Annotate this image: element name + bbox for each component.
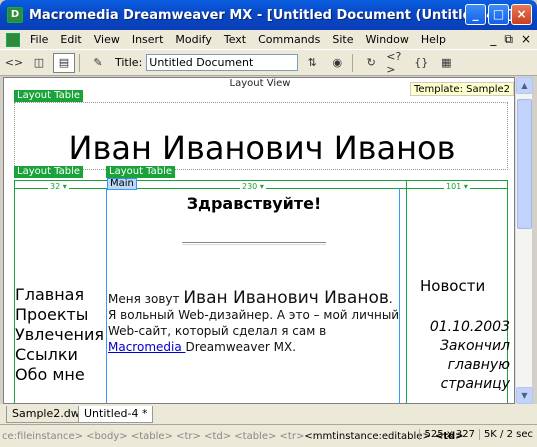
split-view-icon[interactable]: ◫ <box>28 53 50 73</box>
nav-item[interactable]: Увлечения <box>15 325 104 345</box>
news-line: страницу <box>440 376 510 392</box>
menu-edit[interactable]: Edit <box>54 33 87 46</box>
scroll-thumb[interactable] <box>517 99 532 229</box>
menu-commands[interactable]: Commands <box>252 33 326 46</box>
layout-table-tab[interactable]: Layout Table <box>14 90 84 102</box>
menu-file[interactable]: File <box>24 33 54 46</box>
menu-window[interactable]: Window <box>360 33 415 46</box>
maximize-button[interactable]: □ <box>488 4 509 25</box>
vertical-scrollbar[interactable]: ▲ ▼ <box>515 77 533 404</box>
layout-table-tab[interactable]: Layout Table <box>106 166 176 178</box>
doc-minimize-button[interactable]: _ <box>490 32 496 47</box>
menu-text[interactable]: Text <box>218 33 252 46</box>
nav-item[interactable]: Ссылки <box>15 345 104 365</box>
intro-name: Иван Иванович Иванов <box>183 288 389 308</box>
code-view-icon[interactable]: <> <box>3 53 25 73</box>
document-icon[interactable] <box>6 32 20 47</box>
nav-item[interactable]: Обо мне <box>15 365 104 385</box>
intro-paragraph: Меня зовут Иван Иванович Иванов. Я вольн… <box>108 290 400 355</box>
window-title: Macromedia Dreamweaver MX - [Untitled Do… <box>29 7 514 23</box>
menu-help[interactable]: Help <box>415 33 452 46</box>
title-label: Title: <box>115 56 143 69</box>
nav-item[interactable]: Проекты <box>15 305 104 325</box>
document-toolbar: <> ◫ ▤ ✎ Title: ⇅ ◉ ↻ <?> {} ▦ <box>0 50 537 76</box>
greeting-heading: Здравствуйте! <box>186 194 322 213</box>
macromedia-link[interactable]: Macromedia <box>108 340 186 354</box>
status-bar: ce:fileinstance> <body> <table> <tr> <td… <box>0 424 537 447</box>
refresh-icon[interactable]: ↻ <box>360 53 382 73</box>
document-window-controls: _ ⧉ × <box>490 32 531 47</box>
header-name: Иван Иванович Иванов <box>68 129 456 167</box>
minimize-button[interactable]: _ <box>465 4 486 25</box>
toolbar-separator <box>352 53 354 72</box>
nav-item[interactable]: Главная <box>15 285 104 305</box>
download-size: 5K / 2 sec <box>478 429 533 440</box>
cell-border <box>106 188 107 403</box>
layout-column-border <box>406 180 407 403</box>
news-line: 01.10.2003 <box>429 319 510 335</box>
news-item: 01.10.2003 Закончил главную страницу <box>410 318 510 394</box>
code-navigation-icon[interactable]: {} <box>410 53 432 73</box>
design-view-icon[interactable]: ▤ <box>53 52 75 73</box>
intro-prefix: Меня зовут <box>108 292 184 306</box>
reference-icon[interactable]: <?> <box>385 50 407 76</box>
file-management-icon[interactable]: ⇅ <box>301 53 323 73</box>
tab-untitled-4[interactable]: Untitled-4 * <box>78 406 154 423</box>
doc-close-button[interactable]: × <box>521 32 531 47</box>
tag-editable[interactable]: <mmtinstance:editable> <box>304 431 431 442</box>
window-controls: _ □ × <box>465 4 532 25</box>
dreamweaver-app-icon[interactable]: D <box>7 7 23 23</box>
main-editable-region-tab[interactable]: Main <box>107 178 137 190</box>
layout-table-tab[interactable]: Layout Table <box>14 166 84 178</box>
document-design-view[interactable]: Layout View Template: Sample2 Layout Tab… <box>3 77 515 404</box>
template-label: Template: Sample2 <box>409 82 514 96</box>
nav-list: Главная Проекты Увлечения Ссылки Обо мне <box>15 285 104 385</box>
menu-modify[interactable]: Modify <box>169 33 217 46</box>
toolbar-separator <box>79 53 80 72</box>
status-info: 525 x 327 5K / 2 sec <box>419 429 533 440</box>
news-line: главную <box>447 357 510 373</box>
column-width-menu[interactable]: 230 ▾ <box>240 182 266 191</box>
preview-browser-icon[interactable]: ◉ <box>326 53 348 73</box>
menu-view[interactable]: View <box>88 33 126 46</box>
intro-suffix: Dreamweaver MX. <box>185 340 297 354</box>
menu-insert[interactable]: Insert <box>126 33 170 46</box>
news-line: Закончил <box>439 338 510 354</box>
view-options-icon[interactable]: ▦ <box>435 53 457 73</box>
column-width-menu[interactable]: 101 ▾ <box>444 182 470 191</box>
header-cell[interactable]: Иван Иванович Иванов <box>14 102 508 170</box>
window-size[interactable]: 525 x 327 <box>419 429 475 440</box>
menu-site[interactable]: Site <box>326 33 359 46</box>
page-title-input[interactable] <box>146 54 299 71</box>
menu-bar: File Edit View Insert Modify Text Comman… <box>0 30 537 50</box>
column-width-menu[interactable]: 32 ▾ <box>48 182 69 191</box>
horizontal-rule <box>182 242 326 245</box>
news-heading: Новости <box>420 277 486 295</box>
title-bar: D Macromedia Dreamweaver MX - [Untitled … <box>0 0 537 30</box>
scroll-up-icon[interactable]: ▲ <box>516 77 533 94</box>
scroll-down-icon[interactable]: ▼ <box>516 387 533 404</box>
live-data-icon[interactable]: ✎ <box>87 53 109 73</box>
doc-restore-button[interactable]: ⧉ <box>504 32 513 47</box>
document-tabs: Sample2.dwt Untitled-4 * <box>0 404 537 424</box>
tag-selector-path[interactable]: ce:fileinstance> <body> <table> <tr> <td… <box>2 431 304 442</box>
close-button[interactable]: × <box>511 4 532 25</box>
layout-table-border <box>14 180 508 181</box>
